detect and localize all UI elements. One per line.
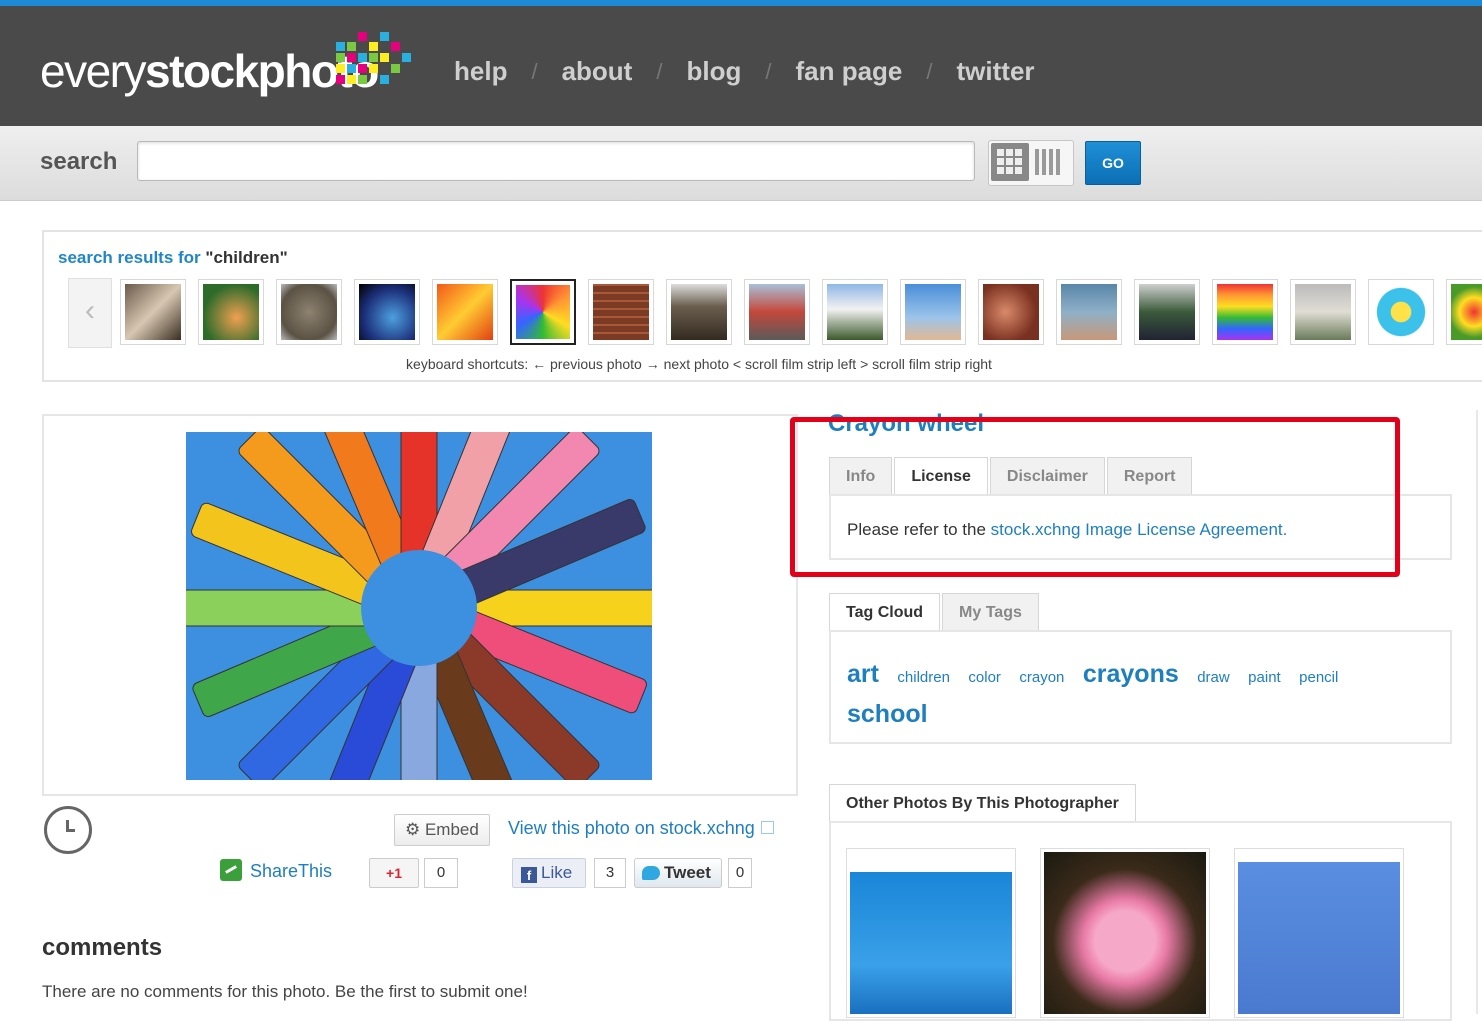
tweet-button[interactable]: Tweet	[634, 858, 722, 888]
strip-thumb[interactable]	[276, 279, 342, 345]
strip-thumb[interactable]	[1446, 279, 1482, 345]
nav-blog[interactable]: blog	[686, 56, 741, 87]
strip-thumb-selected[interactable]	[510, 279, 576, 345]
strip-thumb[interactable]	[1134, 279, 1200, 345]
strip-thumb[interactable]	[1212, 279, 1278, 345]
grid-view-icon[interactable]	[991, 143, 1029, 181]
tag-draw[interactable]: draw	[1197, 669, 1230, 686]
facebook-like-button[interactable]: f Like	[512, 858, 586, 888]
strip-thumb[interactable]	[900, 279, 966, 345]
main-photo-frame	[42, 414, 798, 796]
nav-twitter[interactable]: twitter	[957, 56, 1035, 87]
twitter-bird-icon	[642, 866, 660, 880]
external-link-icon	[760, 821, 774, 834]
strip-thumb[interactable]	[1290, 279, 1356, 345]
sharethis-button[interactable]: ShareThis	[220, 859, 332, 882]
search-results-title: search results for "children"	[58, 248, 288, 267]
other-photo-thermometer[interactable]	[846, 848, 1016, 1018]
google-plus-count: 0	[424, 858, 458, 888]
view-mode-toggle	[988, 140, 1074, 186]
main-photo[interactable]	[186, 432, 652, 780]
strip-thumb[interactable]	[822, 279, 888, 345]
nav-fan-page[interactable]: fan page	[795, 56, 902, 87]
other-photo-flower[interactable]	[1040, 848, 1210, 1018]
embed-button[interactable]: ⚙ Embed	[394, 814, 490, 846]
nav-help[interactable]: help	[454, 56, 507, 87]
go-button[interactable]: GO	[1085, 141, 1141, 185]
tag-school[interactable]: school	[847, 700, 928, 728]
strip-thumb[interactable]	[1056, 279, 1122, 345]
film-strip: search results for "children" ‹ keyboard…	[42, 230, 1482, 382]
other-photo-clown[interactable]	[1234, 848, 1404, 1018]
google-plus-button[interactable]: +1	[369, 858, 419, 888]
strip-thumb[interactable]	[978, 279, 1044, 345]
comments-heading: comments	[42, 934, 163, 961]
nav-separator: /	[656, 58, 663, 84]
tab-other-photos[interactable]: Other Photos By This Photographer	[829, 784, 1136, 821]
tag-color[interactable]: color	[968, 669, 1001, 686]
share-icon	[220, 859, 242, 881]
red-highlight-box	[790, 417, 1400, 577]
tag-pencil[interactable]: pencil	[1299, 669, 1338, 686]
nav-about[interactable]: about	[562, 56, 633, 87]
search-input[interactable]	[137, 141, 975, 181]
strip-thumb[interactable]	[120, 279, 186, 345]
site-logo[interactable]: everystockphoto	[40, 44, 379, 98]
strip-thumb[interactable]	[744, 279, 810, 345]
comments-empty-text: There are no comments for this photo. Be…	[42, 982, 528, 1001]
tag-cloud: art children color crayon crayons draw p…	[847, 656, 1427, 736]
strip-thumb[interactable]	[588, 279, 654, 345]
strip-prev-button[interactable]: ‹	[68, 278, 112, 348]
strip-thumb[interactable]	[666, 279, 732, 345]
strip-thumb[interactable]	[1368, 279, 1434, 345]
view-on-stockxchng-link[interactable]: View this photo on stock.xchng	[508, 818, 774, 839]
strip-view-icon[interactable]	[1035, 149, 1065, 175]
tweet-count: 0	[728, 858, 752, 888]
tag-art[interactable]: art	[847, 660, 879, 688]
clock-icon[interactable]	[44, 806, 92, 854]
tag-crayon[interactable]: crayon	[1019, 669, 1064, 686]
other-photos-tabs: Other Photos By This Photographer	[829, 784, 1138, 821]
search-bar: search GO	[0, 126, 1482, 201]
tag-paint[interactable]: paint	[1248, 669, 1281, 686]
site-header: everystockphoto help / about / blog / fa…	[0, 0, 1482, 126]
tab-my-tags[interactable]: My Tags	[942, 593, 1039, 630]
tab-tag-cloud[interactable]: Tag Cloud	[829, 593, 941, 630]
nav-separator: /	[531, 58, 538, 84]
right-column-border	[1476, 410, 1478, 1014]
tag-cloud-panel: art children color crayon crayons draw p…	[829, 630, 1452, 744]
facebook-icon: f	[521, 867, 537, 883]
facebook-like-count: 3	[594, 858, 626, 888]
keyboard-shortcuts-hint: keyboard shortcuts: ← previous photo → n…	[406, 356, 992, 372]
tag-crayons[interactable]: crayons	[1083, 660, 1179, 688]
nav-separator: /	[926, 58, 933, 84]
search-label: search	[40, 148, 118, 175]
nav-separator: /	[765, 58, 772, 84]
main-nav: help / about / blog / fan page / twitter	[454, 56, 1035, 87]
tag-tabs: Tag Cloud My Tags	[829, 593, 1041, 630]
strip-thumb[interactable]	[198, 279, 264, 345]
strip-thumb[interactable]	[354, 279, 420, 345]
logo-pixels-icon	[336, 32, 416, 92]
strip-thumb[interactable]	[432, 279, 498, 345]
tag-children[interactable]: children	[897, 669, 950, 686]
gear-icon: ⚙	[405, 820, 425, 839]
